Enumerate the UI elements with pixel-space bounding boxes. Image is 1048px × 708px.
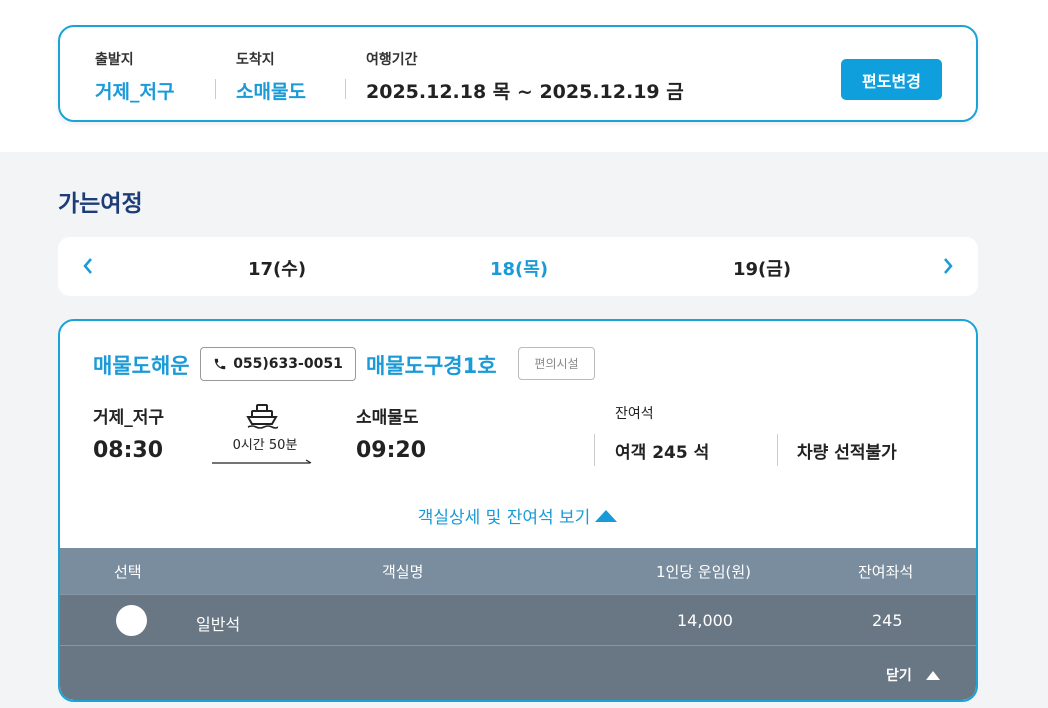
chevron-right-icon xyxy=(944,258,953,274)
cabin-table-header: 선택 객실명 1인당 운임(원) 잔여좌석 xyxy=(60,548,976,594)
triangle-up-icon xyxy=(925,670,940,680)
triangle-up-icon xyxy=(595,509,618,522)
departure-label: 출발지 xyxy=(95,52,134,68)
departure-value[interactable]: 거제_저구 xyxy=(95,77,174,104)
departure-time: 08:30 xyxy=(93,438,164,463)
date-tab-18[interactable]: 18(목) xyxy=(490,255,548,281)
date-tab-19[interactable]: 19(금) xyxy=(733,255,791,281)
destination-port: 소매물도 xyxy=(356,408,419,428)
phone-button[interactable]: 055)633-0051 xyxy=(200,347,356,381)
arrow-right-icon xyxy=(212,459,312,464)
cabin-name: 일반석 xyxy=(196,615,241,634)
period-value[interactable]: 2025.12.18 목 ~ 2025.12.19 금 xyxy=(366,77,684,104)
origin-port: 거제_저구 xyxy=(93,408,165,428)
close-button[interactable]: 닫기 xyxy=(886,665,940,685)
amenities-button[interactable]: 편의시설 xyxy=(518,347,595,380)
voyage-card: 매물도해운 055)633-0051 매물도구경1호 편의시설 거제_저구 08… xyxy=(58,319,978,702)
cabin-radio[interactable] xyxy=(116,605,147,636)
separator xyxy=(215,79,216,99)
arrival-label: 도착지 xyxy=(236,52,275,68)
column-header-select: 선택 xyxy=(114,563,142,581)
date-tab-17[interactable]: 17(수) xyxy=(248,255,306,281)
travel-duration: 0시간 50분 xyxy=(232,438,298,453)
table-row: 일반석 14,000 245 xyxy=(60,594,976,645)
cabin-table-footer: 닫기 xyxy=(60,645,976,700)
arrival-value[interactable]: 소매물도 xyxy=(236,77,306,104)
cabin-detail-toggle[interactable]: 객실상세 및 잔여석 보기 xyxy=(60,503,976,528)
column-header-cabin: 객실명 xyxy=(382,563,424,581)
change-oneway-button[interactable]: 편도변경 xyxy=(841,59,942,100)
ferry-company: 매물도해운 xyxy=(93,354,190,378)
date-selector: 17(수) 18(목) 19(금) xyxy=(58,237,978,296)
route-search-card: 출발지 거제_저구 도착지 소매물도 여행기간 2025.12.18 목 ~ 2… xyxy=(58,25,978,122)
cabin-detail-label: 객실상세 및 잔여석 보기 xyxy=(417,508,591,528)
cabin-fare: 14,000 xyxy=(677,611,733,630)
prev-date-button[interactable] xyxy=(76,254,100,278)
close-label: 닫기 xyxy=(886,668,912,684)
passenger-seats: 여객 245 석 xyxy=(615,443,710,463)
ship-icon xyxy=(246,404,278,429)
separator xyxy=(777,434,778,466)
phone-icon xyxy=(214,358,226,370)
cabin-remaining: 245 xyxy=(872,611,903,630)
vehicle-seats: 차량 선적불가 xyxy=(797,443,897,463)
chevron-left-icon xyxy=(83,258,92,274)
phone-number: 055)633-0051 xyxy=(233,356,343,372)
search-band: 출발지 거제_저구 도착지 소매물도 여행기간 2025.12.18 목 ~ 2… xyxy=(0,0,1048,152)
column-header-fare: 1인당 운임(원) xyxy=(656,563,752,581)
separator xyxy=(345,79,346,99)
next-date-button[interactable] xyxy=(936,254,960,278)
ship-name: 매물도구경1호 xyxy=(366,354,497,378)
arrival-time: 09:20 xyxy=(356,438,427,463)
section-title: 가는여정 xyxy=(58,191,143,217)
separator xyxy=(594,434,595,466)
column-header-remaining: 잔여좌석 xyxy=(858,563,914,581)
remaining-seats-label: 잔여석 xyxy=(615,406,654,422)
period-label: 여행기간 xyxy=(366,52,418,68)
